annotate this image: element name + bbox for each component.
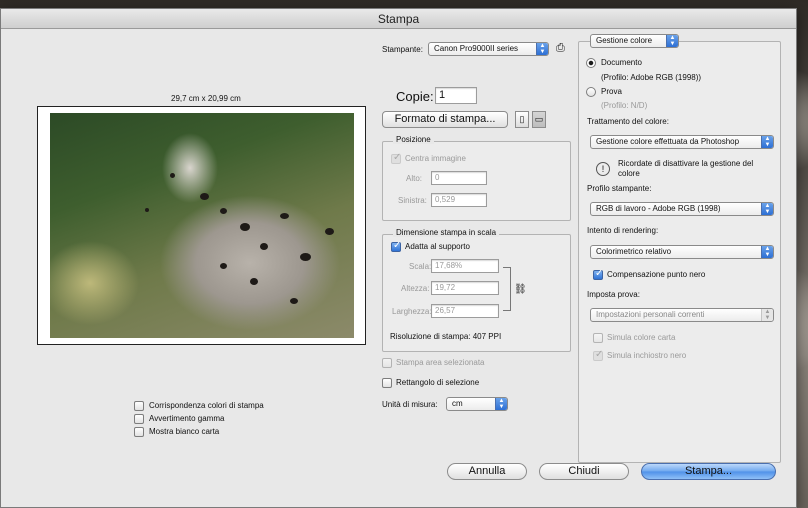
printer-profile-label: Profilo stampante: <box>587 184 652 193</box>
close-button[interactable]: Chiudi <box>539 463 629 480</box>
center-image-checkbox[interactable] <box>391 152 401 164</box>
print-selected-area-checkbox[interactable] <box>382 358 392 368</box>
scale-input[interactable]: 17,68% <box>431 259 499 273</box>
simulate-paper-color-checkbox[interactable] <box>593 333 603 343</box>
rendering-intent-value: Colorimetrico relativo <box>596 247 672 256</box>
print-dialog: Stampa 29,7 cm x 20,99 cm Corrispondenza… <box>0 8 797 508</box>
proof-label: Prova <box>601 87 622 96</box>
portrait-orientation-icon[interactable]: ▯ <box>515 111 529 128</box>
copies-input[interactable]: 1 <box>435 87 477 104</box>
top-label: Alto: <box>406 174 423 183</box>
paper-size-label: 29,7 cm x 20,99 cm <box>171 94 241 103</box>
print-resolution: Risoluzione di stampa: 407 PPI <box>390 332 502 341</box>
units-label: Unità di misura: <box>382 400 438 409</box>
left-input[interactable]: 0,529 <box>431 193 487 207</box>
window-title: Stampa <box>1 9 796 29</box>
gamut-warning-label: Avvertimento gamma <box>149 414 225 423</box>
show-paper-white-label: Mostra bianco carta <box>149 427 220 436</box>
proof-radio[interactable] <box>586 87 596 97</box>
height-label: Altezza: <box>401 284 430 293</box>
scale-label: Scala: <box>409 262 432 271</box>
bounding-box-checkbox[interactable] <box>382 378 392 388</box>
popup-arrows-icon: ▲ ▼ <box>761 203 773 215</box>
color-handling-label: Trattamento del colore: <box>587 117 669 126</box>
black-point-checkbox[interactable] <box>593 268 603 280</box>
popup-arrows-icon: ▲ ▼ <box>761 136 773 148</box>
warning-text: Ricordate di disattivare la gestione del… <box>618 159 754 178</box>
gamut-warning-checkbox[interactable] <box>134 414 144 424</box>
print-selected-area-label: Stampa area selezionata <box>396 358 485 367</box>
proof-setup-value: Impostazioni personali correnti <box>596 310 705 319</box>
printer-label: Stampante: <box>382 45 423 54</box>
simulate-black-ink-checkbox[interactable] <box>593 349 603 361</box>
fit-media-checkbox[interactable] <box>391 240 401 252</box>
document-profile: (Profilo: Adobe RGB (1998)) <box>601 73 702 82</box>
printer-profile-popup[interactable]: RGB di lavoro - Adobe RGB (1998) ▲ ▼ <box>590 202 774 216</box>
popup-arrows-icon: ▲ ▼ <box>761 246 773 258</box>
popup-arrows-icon: ▲ ▼ <box>536 43 548 55</box>
simulate-black-ink-label: Simula inchiostro nero <box>607 351 687 360</box>
landscape-orientation-icon[interactable]: ▭ <box>532 111 546 128</box>
simulate-paper-color-label: Simula colore carta <box>607 333 676 342</box>
black-point-label: Compensazione punto nero <box>607 270 706 279</box>
printer-settings-icon[interactable]: ⎙ <box>556 42 565 55</box>
rendering-intent-popup[interactable]: Colorimetrico relativo ▲ ▼ <box>590 245 774 259</box>
center-image-label: Centra immagine <box>405 154 466 163</box>
left-label: Sinistra: <box>398 196 427 205</box>
units-value: cm <box>452 399 463 408</box>
scaled-size-title: Dimensione stampa in scala <box>393 228 500 237</box>
color-handling-value: Gestione colore effettuata da Photoshop <box>596 137 740 146</box>
match-print-colors-checkbox[interactable] <box>134 401 144 411</box>
match-print-colors-label: Corrispondenza colori di stampa <box>149 401 264 410</box>
chain-link-icon[interactable]: ⛓ <box>514 284 527 295</box>
fit-media-label: Adatta al supporto <box>405 242 470 251</box>
printer-popup[interactable]: Canon Pro9000II series ▲ ▼ <box>428 42 549 56</box>
link-bracket <box>503 267 511 311</box>
cancel-button[interactable]: Annulla <box>447 463 527 480</box>
section-popup[interactable]: Gestione colore ▲ ▼ <box>590 34 679 48</box>
printer-profile-value: RGB di lavoro - Adobe RGB (1998) <box>596 204 721 213</box>
print-preview <box>37 106 366 345</box>
show-paper-white-checkbox[interactable] <box>134 427 144 437</box>
height-input[interactable]: 19,72 <box>431 281 499 295</box>
print-button[interactable]: Stampa... <box>641 463 776 480</box>
width-input[interactable]: 26,57 <box>431 304 499 318</box>
printer-value: Canon Pro9000II series <box>434 44 519 53</box>
document-radio[interactable] <box>586 58 596 68</box>
document-label: Documento <box>601 58 642 67</box>
rendering-intent-label: Intento di rendering: <box>587 226 659 235</box>
popup-arrows-icon: ▲ ▼ <box>495 398 507 410</box>
popup-arrows-icon: ▲ ▼ <box>761 309 773 321</box>
position-title: Posizione <box>393 135 434 144</box>
proof-profile: (Profilo: N/D) <box>601 101 648 110</box>
bounding-box-label: Rettangolo di selezione <box>396 378 480 387</box>
proof-setup-popup[interactable]: Impostazioni personali correnti ▲ ▼ <box>590 308 774 322</box>
warning-icon: ! <box>596 162 610 176</box>
copies-label: Copie: <box>396 89 434 104</box>
page-setup-button[interactable]: Formato di stampa... <box>382 111 508 128</box>
color-handling-popup[interactable]: Gestione colore effettuata da Photoshop … <box>590 135 774 149</box>
section-value: Gestione colore <box>596 36 653 45</box>
popup-arrows-icon: ▲ ▼ <box>666 35 678 47</box>
units-popup[interactable]: cm ▲ ▼ <box>446 397 508 411</box>
width-label: Larghezza: <box>392 307 432 316</box>
preview-image <box>50 113 354 338</box>
proof-setup-label: Imposta prova: <box>587 290 640 299</box>
top-input[interactable]: 0 <box>431 171 487 185</box>
